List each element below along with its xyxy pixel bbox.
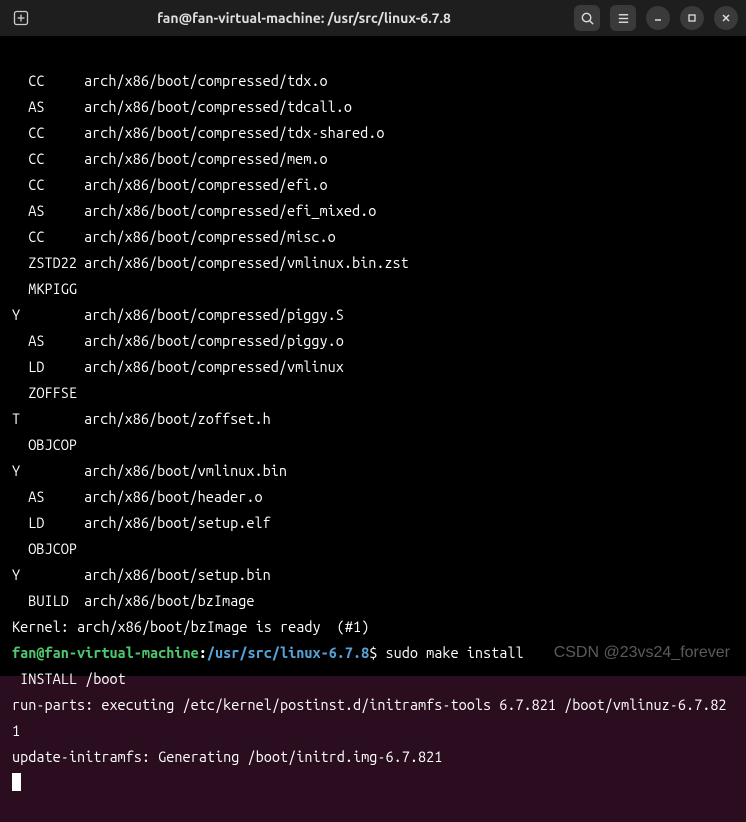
build-stage: BUILD xyxy=(12,588,84,614)
prompt-command: sudo make install xyxy=(386,644,524,661)
build-path: arch/x86/boot/compressed/misc.o xyxy=(84,228,336,245)
build-line: OBJCOPYarch/x86/boot/setup.bin xyxy=(12,536,734,588)
prompt-user: fan@fan-virtual-machine xyxy=(12,644,199,661)
close-icon xyxy=(721,13,731,23)
build-path: arch/x86/boot/compressed/vmlinux.bin.zst xyxy=(84,254,409,271)
terminal-content[interactable]: CCarch/x86/boot/compressed/tdx.o ASarch/… xyxy=(0,36,746,676)
titlebar-right xyxy=(574,5,738,31)
build-line: MKPIGGYarch/x86/boot/compressed/piggy.S xyxy=(12,276,734,328)
minimize-button[interactable] xyxy=(646,6,670,30)
build-line: ASarch/x86/boot/header.o xyxy=(12,484,734,510)
build-path: arch/x86/boot/compressed/efi.o xyxy=(84,176,328,193)
build-path: arch/x86/boot/compressed/tdx-shared.o xyxy=(84,124,384,141)
maximize-icon xyxy=(687,13,697,23)
build-path: arch/x86/boot/compressed/piggy.o xyxy=(84,332,344,349)
titlebar: fan@fan-virtual-machine: /usr/src/linux-… xyxy=(0,0,746,36)
post-install-output: INSTALL /bootrun-parts: executing /etc/k… xyxy=(12,666,734,770)
build-line: CCarch/x86/boot/compressed/mem.o xyxy=(12,146,734,172)
build-path: arch/x86/boot/compressed/piggy.S xyxy=(84,306,344,323)
build-stage: AS xyxy=(12,484,84,510)
build-path: arch/x86/boot/compressed/tdx.o xyxy=(84,72,328,89)
build-line: CCarch/x86/boot/compressed/tdx.o xyxy=(12,68,734,94)
new-tab-button[interactable] xyxy=(8,5,34,31)
build-line: ASarch/x86/boot/compressed/efi_mixed.o xyxy=(12,198,734,224)
build-stage: CC xyxy=(12,172,84,198)
search-icon xyxy=(580,11,595,26)
build-stage: CC xyxy=(12,68,84,94)
build-line: ASarch/x86/boot/compressed/piggy.o xyxy=(12,328,734,354)
new-tab-icon xyxy=(12,9,30,27)
prompt-colon: : xyxy=(199,644,207,661)
cursor xyxy=(12,773,21,791)
build-line: LDarch/x86/boot/compressed/vmlinux xyxy=(12,354,734,380)
build-path: arch/x86/boot/setup.elf xyxy=(84,514,271,531)
build-path: arch/x86/boot/setup.bin xyxy=(84,566,271,583)
build-output: CCarch/x86/boot/compressed/tdx.o ASarch/… xyxy=(12,68,734,614)
hamburger-icon xyxy=(616,11,631,26)
maximize-button[interactable] xyxy=(680,6,704,30)
prompt-line: fan@fan-virtual-machine:/usr/src/linux-6… xyxy=(12,640,734,666)
build-line: OBJCOPYarch/x86/boot/vmlinux.bin xyxy=(12,432,734,484)
search-button[interactable] xyxy=(574,5,600,31)
build-stage: ZSTD22 xyxy=(12,250,84,276)
build-stage: LD xyxy=(12,354,84,380)
build-stage: AS xyxy=(12,328,84,354)
build-path: arch/x86/boot/vmlinux.bin xyxy=(84,462,287,479)
output-line: update-initramfs: Generating /boot/initr… xyxy=(12,744,734,770)
build-stage: LD xyxy=(12,510,84,536)
build-path: arch/x86/boot/compressed/efi_mixed.o xyxy=(84,202,376,219)
build-path: arch/x86/boot/header.o xyxy=(84,488,263,505)
build-line: LDarch/x86/boot/setup.elf xyxy=(12,510,734,536)
build-line: ZOFFSETarch/x86/boot/zoffset.h xyxy=(12,380,734,432)
build-stage: AS xyxy=(12,94,84,120)
build-path: arch/x86/boot/bzImage xyxy=(84,592,255,609)
build-path: arch/x86/boot/compressed/tdcall.o xyxy=(84,98,352,115)
output-line: INSTALL /boot xyxy=(12,666,734,692)
output-line: run-parts: executing /etc/kernel/postins… xyxy=(12,692,734,744)
minimize-icon xyxy=(653,13,663,23)
build-line: ZSTD22arch/x86/boot/compressed/vmlinux.b… xyxy=(12,250,734,276)
build-line: CCarch/x86/boot/compressed/efi.o xyxy=(12,172,734,198)
build-stage: OBJCOPY xyxy=(12,432,84,484)
titlebar-left xyxy=(8,5,34,31)
prompt-dollar: $ xyxy=(369,644,385,661)
close-button[interactable] xyxy=(714,6,738,30)
build-stage: MKPIGGY xyxy=(12,276,84,328)
build-stage: ZOFFSET xyxy=(12,380,84,432)
build-stage: CC xyxy=(12,120,84,146)
build-stage: AS xyxy=(12,198,84,224)
build-stage: CC xyxy=(12,224,84,250)
kernel-ready-line: Kernel: arch/x86/boot/bzImage is ready (… xyxy=(12,614,734,640)
build-line: ASarch/x86/boot/compressed/tdcall.o xyxy=(12,94,734,120)
window-title: fan@fan-virtual-machine: /usr/src/linux-… xyxy=(42,10,566,26)
menu-button[interactable] xyxy=(610,5,636,31)
build-line: BUILDarch/x86/boot/bzImage xyxy=(12,588,734,614)
build-path: arch/x86/boot/zoffset.h xyxy=(84,410,271,427)
build-path: arch/x86/boot/compressed/vmlinux xyxy=(84,358,344,375)
build-line: CCarch/x86/boot/compressed/misc.o xyxy=(12,224,734,250)
build-stage: CC xyxy=(12,146,84,172)
build-stage: OBJCOPY xyxy=(12,536,84,588)
build-path: arch/x86/boot/compressed/mem.o xyxy=(84,150,328,167)
prompt-path: /usr/src/linux-6.7.8 xyxy=(207,644,369,661)
build-line: CCarch/x86/boot/compressed/tdx-shared.o xyxy=(12,120,734,146)
